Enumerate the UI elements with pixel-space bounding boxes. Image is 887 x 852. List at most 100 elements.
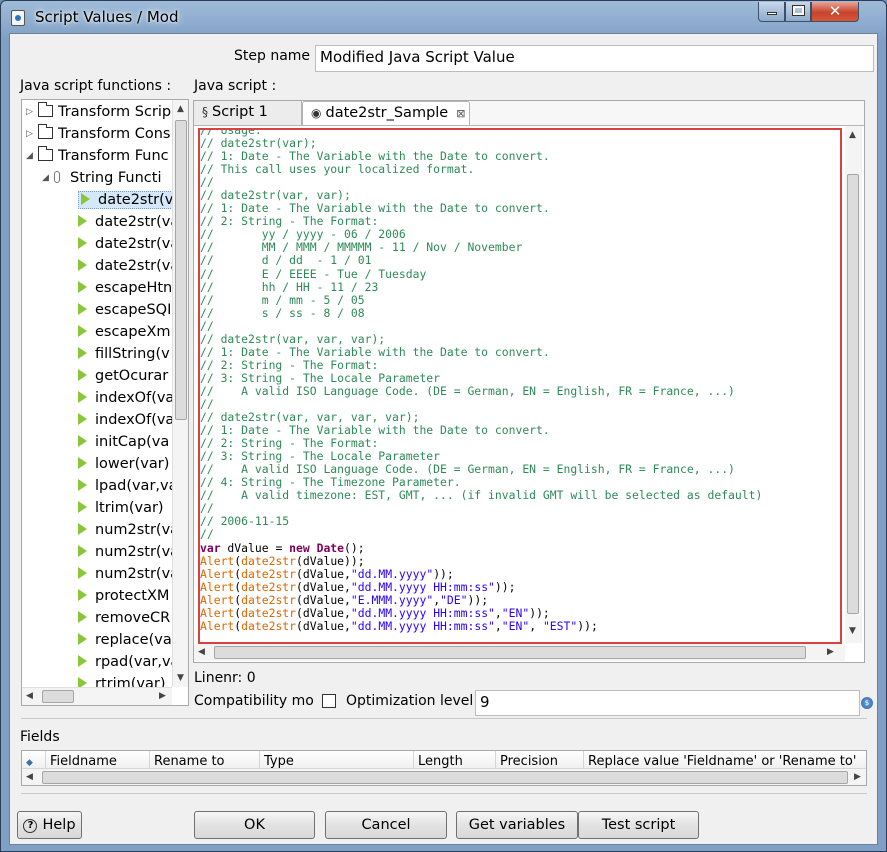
code-token: (dValue)); [296,553,365,568]
scroll-up-icon[interactable]: ▲ [177,104,184,114]
tab-script-1[interactable]: § Script 1 [194,101,302,125]
collapsed-arrow-icon[interactable]: ▷ [26,101,33,123]
code-line: // 4: String - The Timezone Parameter. [200,475,461,489]
tree-hscroll-thumb[interactable] [42,690,74,703]
tree-item-function[interactable]: date2str(va [78,255,179,277]
expanded-arrow-icon[interactable]: ◢ [42,167,49,189]
expanded-arrow-icon[interactable]: ◢ [26,145,33,167]
scroll-left-icon[interactable]: ◀ [26,691,33,701]
tree-item-folder[interactable]: ◢ Transform Func [26,145,169,167]
tree-item-function[interactable]: num2str(va [78,563,179,585]
scroll-right-icon[interactable]: ▶ [827,647,834,657]
tree-item-label: String Functi [70,170,162,186]
tree-horizontal-scrollbar[interactable]: ◀ ▶ [22,687,172,705]
tree-item-function[interactable]: date2str(va [78,189,186,211]
scroll-down-icon[interactable]: ▼ [177,673,184,683]
step-name-label: Step name [234,48,311,64]
row-number-header[interactable]: ◆ [22,751,46,768]
tab-date2str-sample[interactable]: ◉ date2str_Sample ⊠ [302,101,470,125]
collapsed-arrow-icon[interactable]: ▷ [26,123,33,145]
tree-item-function[interactable]: indexOf(va [78,387,174,409]
tree-item-function[interactable]: escapeSQI [78,299,171,321]
tree-item-function[interactable]: ltrim(var) [78,497,164,519]
compatibility-checkbox[interactable] [322,694,336,708]
column-header[interactable]: Type [260,751,414,768]
column-header[interactable]: Rename to [150,751,260,768]
ok-button[interactable]: OK [194,811,315,839]
paperclip-icon [54,171,60,183]
code-token: // m / mm - 5 / 05 [200,292,365,307]
column-header[interactable]: Fieldname [46,751,150,768]
column-header[interactable]: Replace value 'Fieldname' or 'Rename to' [584,751,866,768]
tree-item-function[interactable]: escapeHtn [78,277,172,299]
sort-icon: ◆ [26,758,33,768]
play-icon [78,655,87,667]
tree-item-folder[interactable]: ▷ Transform Scrip [26,101,171,123]
tree-item-function[interactable]: rpad(var,va [78,651,179,673]
code-token: "dd.MM.yyyy" [350,566,434,581]
column-header[interactable]: Precision [496,751,584,768]
test-script-button[interactable]: Test script [578,811,699,839]
editor-vertical-scrollbar[interactable]: ▲ ▼ [845,126,862,643]
tree-item-function[interactable]: fillString(v [78,343,170,365]
tree-item-function[interactable]: removeCR [78,607,170,629]
scroll-left-icon[interactable]: ◀ [26,772,33,782]
tree-item-folder[interactable]: ▷ Transform Cons [26,123,170,145]
tree-item-function[interactable]: protectXM [78,585,169,607]
script-editor[interactable]: // Usage: // date2str(var); // 1: Date -… [194,125,864,662]
step-name-input[interactable]: Modified Java Script Value [315,45,874,72]
scroll-right-icon[interactable]: ▶ [854,772,861,782]
editor-hscroll-thumb[interactable] [214,646,806,659]
column-header[interactable]: Length [414,751,496,768]
title-bar[interactable]: Script Values / Mod ✕ [1,1,886,33]
tree-item-function[interactable]: initCap(va [78,431,169,453]
get-variables-button[interactable]: Get variables [456,811,578,839]
functions-tree[interactable]: ▷ Transform Scrip ▷ Transform Cons ◢ Transfor… [21,99,189,706]
scroll-left-icon[interactable]: ◀ [198,647,205,657]
tree-item-function[interactable]: getOcurar [78,365,168,387]
help-button[interactable]: ? Help [17,811,82,839]
tree-item-function[interactable]: replace(va [78,629,172,651]
tree-item-function[interactable]: indexOf(va [78,409,174,431]
fields-horizontal-scrollbar[interactable]: ◀ ▶ [22,769,866,785]
fields-table[interactable]: ◆ Fieldname Rename to Type Length Precis… [21,750,867,786]
tree-item-function[interactable]: num2str(va [78,541,179,563]
tree-scroll-thumb[interactable] [175,120,187,420]
tree-item-label: fillString(v [95,346,170,362]
close-button[interactable]: ✕ [811,2,859,22]
code-token: // date2str(var); [200,136,317,151]
tree-item-content: escapeHtn [78,280,172,296]
variable-icon[interactable]: $ [861,697,873,709]
editor-horizontal-scrollbar[interactable]: ◀ ▶ [194,644,845,661]
tree-item-function[interactable]: date2str(va [78,233,179,255]
tree-item-function[interactable]: date2str(va [78,211,179,233]
fields-hscroll-thumb[interactable] [42,771,848,784]
scroll-down-icon[interactable]: ▼ [849,626,856,636]
code-text[interactable]: // Usage: // date2str(var); // 1: Date -… [200,130,762,633]
code-token: // 4: String - The Timezone Parameter. [200,475,461,490]
scroll-right-icon[interactable]: ▶ [159,691,166,701]
minimize-button[interactable] [758,2,785,22]
editor-scroll-thumb[interactable] [847,174,859,614]
code-line: // 2006-11-15 [200,514,289,528]
close-tab-icon[interactable]: ⊠ [456,107,465,120]
scroll-up-icon[interactable]: ▲ [849,130,856,140]
code-token: // MM / MMM / MMMMM - 11 / Nov / Novembe… [200,240,523,255]
tree-item-group[interactable]: ◢ String Functi [42,167,162,189]
code-token: date2str [241,618,297,633]
code-token: // s / ss - 8 / 08 [200,305,365,320]
tree-item-function[interactable]: lower(var) [78,453,169,475]
play-icon [78,259,87,271]
maximize-button[interactable] [785,2,811,22]
code-highlight-box[interactable]: // Usage: // date2str(var); // 1: Date -… [198,128,842,644]
code-token: , [494,618,502,633]
code-line: // A valid ISO Language Code. (DE = Germ… [200,462,735,476]
tree-item-content: num2str(va [78,566,179,582]
tree-item-function[interactable]: num2str(va [78,519,179,541]
tree-vertical-scrollbar[interactable]: ▲ ▼ [172,100,188,687]
tree-item-function[interactable]: lpad(var,va [78,475,177,497]
optimization-level-input[interactable]: 9 [475,690,860,716]
code-token: )); [577,618,598,633]
cancel-button[interactable]: Cancel [325,811,447,839]
tree-item-function[interactable]: escapeXm [78,321,171,343]
